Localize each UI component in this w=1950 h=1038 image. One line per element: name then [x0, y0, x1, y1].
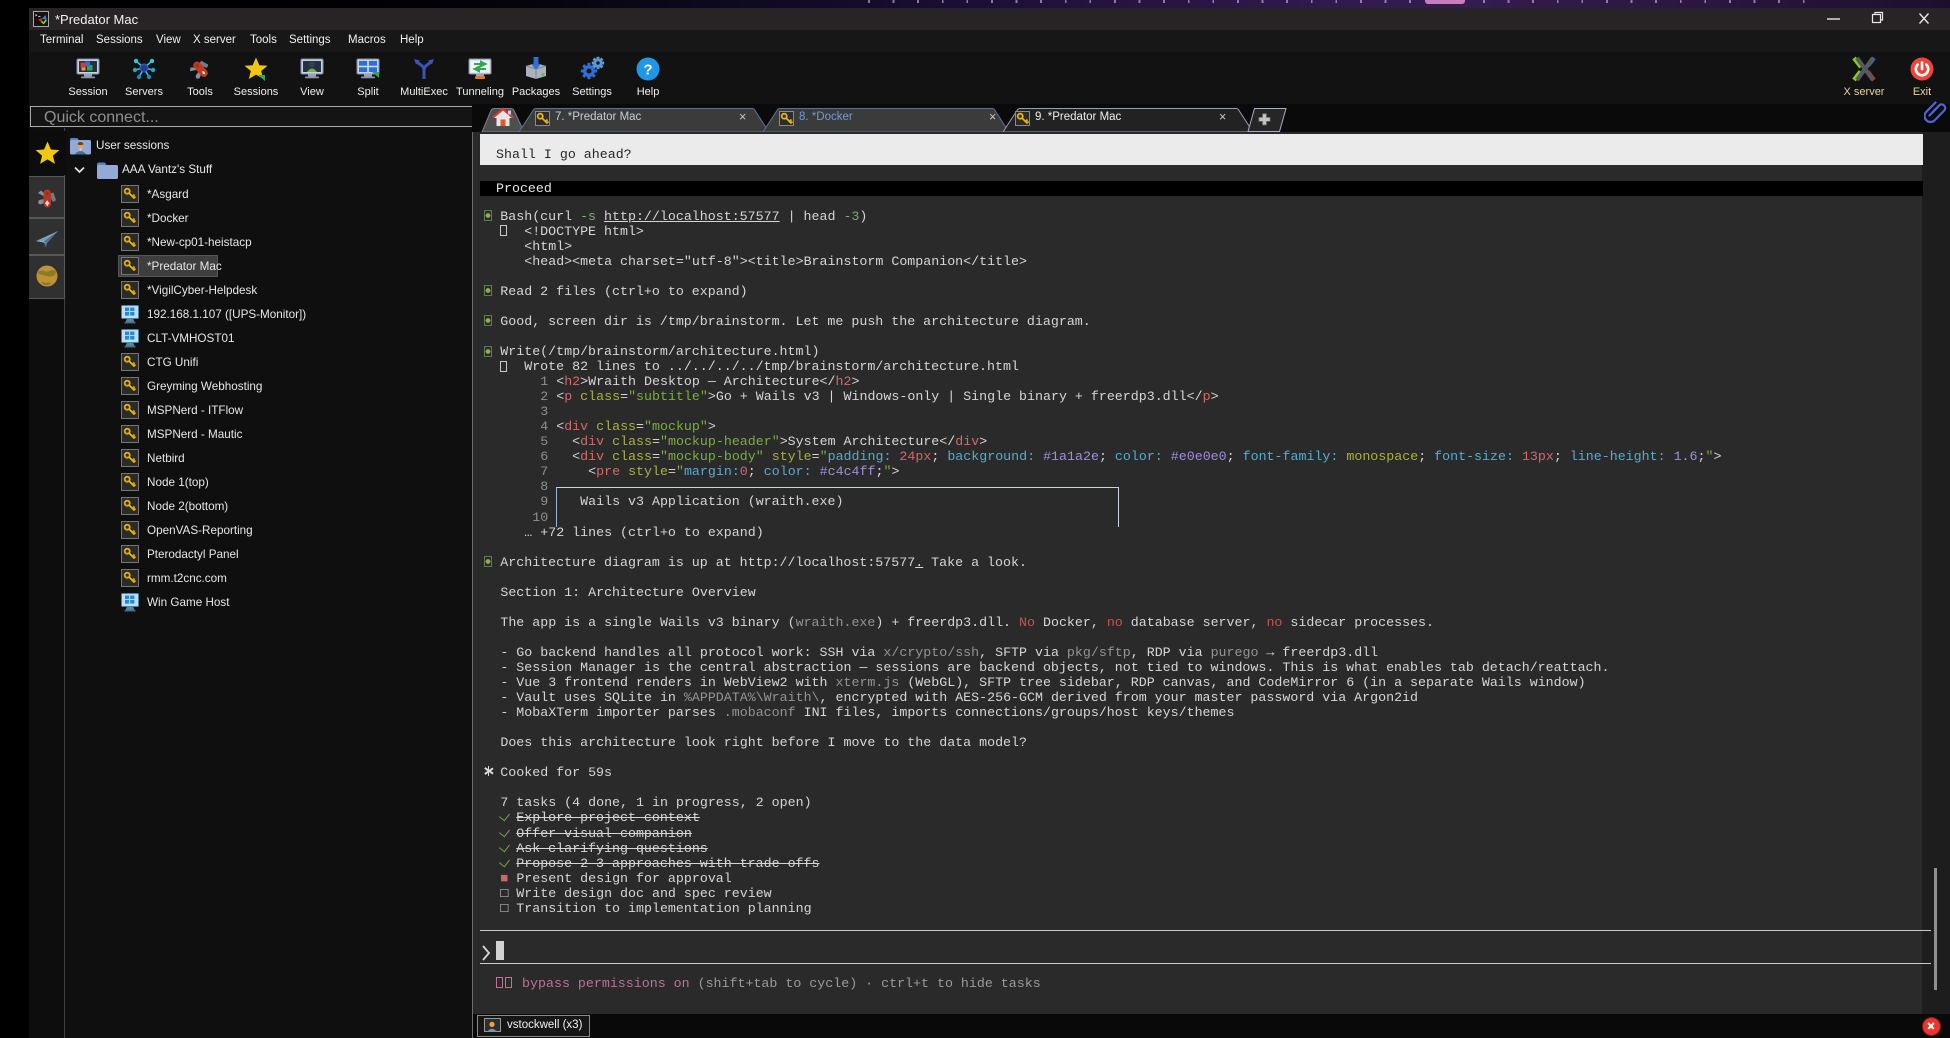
svg-text:?: ? — [643, 62, 652, 79]
